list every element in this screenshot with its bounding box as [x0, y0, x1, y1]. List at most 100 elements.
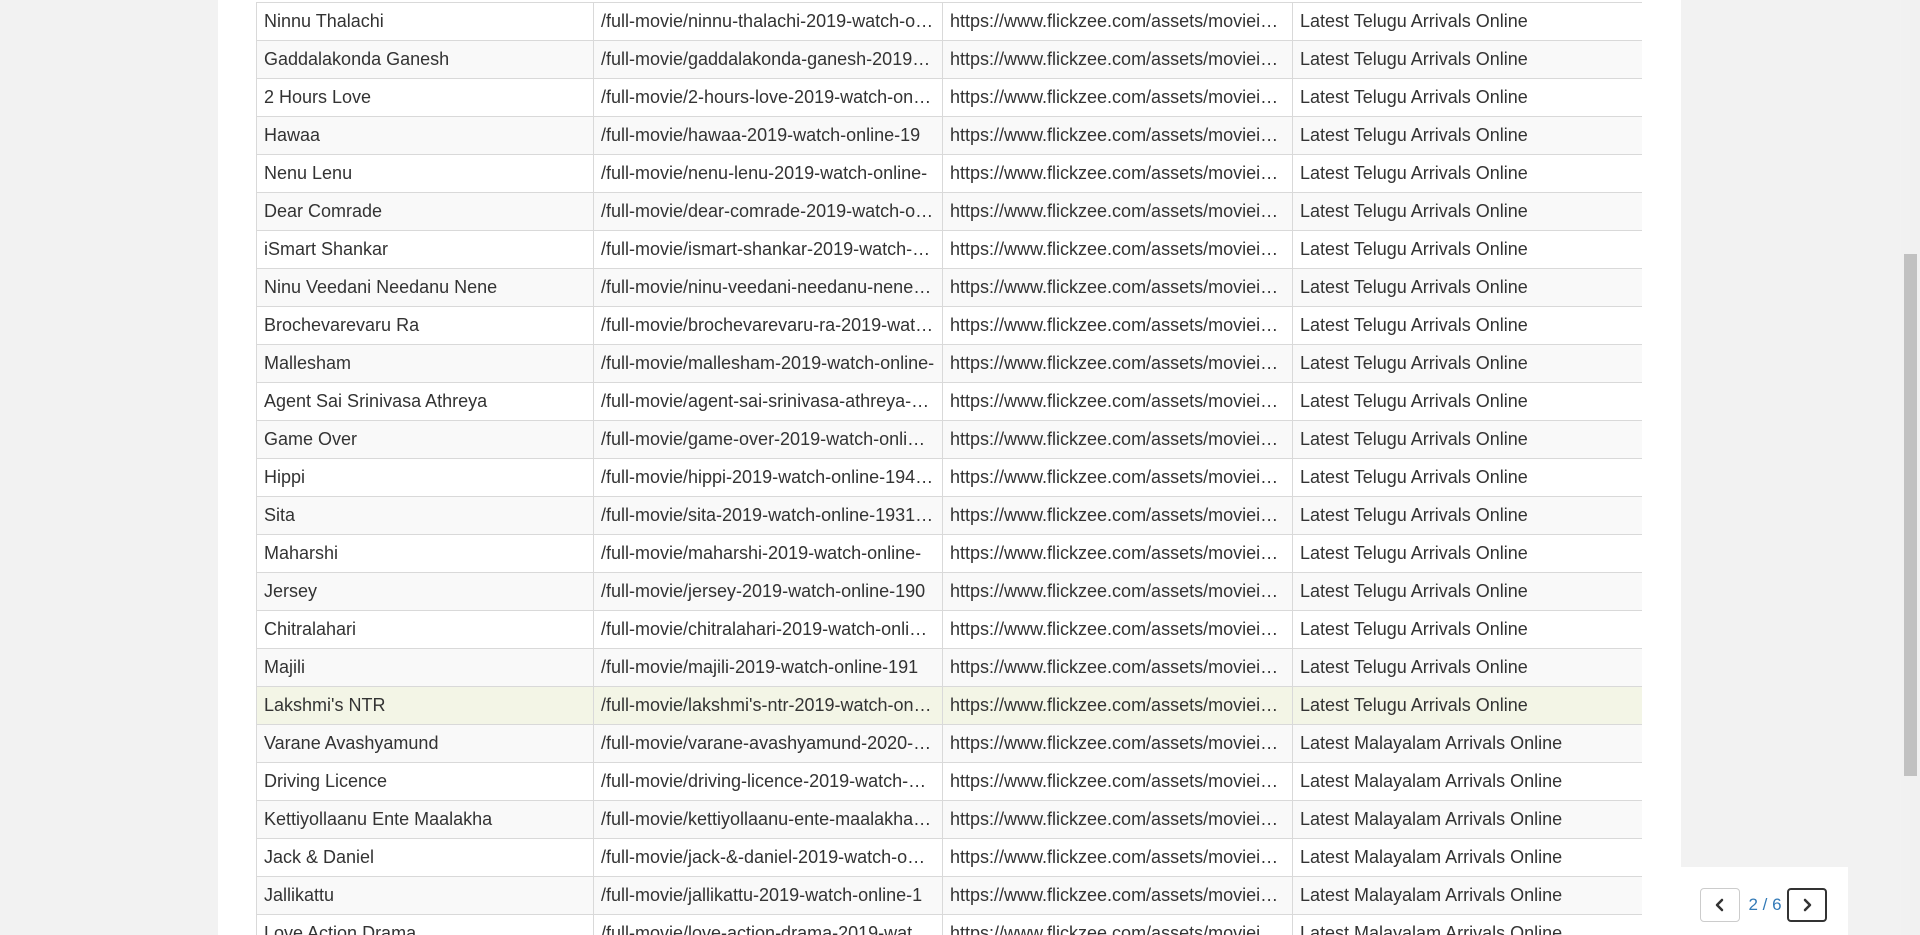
vertical-scrollbar[interactable] — [1901, 0, 1920, 935]
movie-image-url-cell: https://www.flickzee.com/assets/movieima… — [942, 534, 1293, 573]
movie-title-cell: Lakshmi's NTR — [256, 686, 594, 725]
movie-title-cell: Hawaa — [256, 116, 594, 155]
table-row[interactable]: Driving Licence/full-movie/driving-licen… — [256, 762, 1642, 801]
table-row[interactable]: Jersey/full-movie/jersey-2019-watch-onli… — [256, 572, 1642, 611]
movie-title-cell: Love Action Drama — [256, 914, 594, 935]
movie-category-cell: Latest Malayalam Arrivals Online — [1292, 724, 1642, 763]
movie-category-cell: Latest Telugu Arrivals Online — [1292, 268, 1642, 307]
table-row[interactable]: Ninnu Thalachi/full-movie/ninnu-thalachi… — [256, 2, 1642, 41]
movie-image-url-cell: https://www.flickzee.com/assets/movieima… — [942, 914, 1293, 935]
movie-title-cell: Brochevarevaru Ra — [256, 306, 594, 345]
movie-path-cell: /full-movie/sita-2019-watch-online-19313… — [593, 496, 943, 535]
movie-image-url-cell: https://www.flickzee.com/assets/movieima… — [942, 154, 1293, 193]
movie-path-cell: /full-movie/gaddalakonda-ganesh-2019-wat… — [593, 40, 943, 79]
pagination: 2 / 6 — [1681, 867, 1848, 935]
movie-path-cell: /full-movie/kettiyollaanu-ente-maalakha-… — [593, 800, 943, 839]
movie-image-url-cell: https://www.flickzee.com/assets/movieima… — [942, 496, 1293, 535]
movie-category-cell: Latest Telugu Arrivals Online — [1292, 686, 1642, 725]
movie-image-url-cell: https://www.flickzee.com/assets/movieima… — [942, 458, 1293, 497]
movie-title-cell: Sita — [256, 496, 594, 535]
movie-title-cell: Dear Comrade — [256, 192, 594, 231]
movie-category-cell: Latest Telugu Arrivals Online — [1292, 306, 1642, 345]
movie-image-url-cell: https://www.flickzee.com/assets/movieima… — [942, 306, 1293, 345]
movie-category-cell: Latest Telugu Arrivals Online — [1292, 572, 1642, 611]
movie-image-url-cell: https://www.flickzee.com/assets/movieima… — [942, 876, 1293, 915]
movie-title-cell: Ninu Veedani Needanu Nene — [256, 268, 594, 307]
table-row[interactable]: Game Over/full-movie/game-over-2019-watc… — [256, 420, 1642, 459]
table-row[interactable]: Brochevarevaru Ra/full-movie/brochevarev… — [256, 306, 1642, 345]
movie-category-cell: Latest Telugu Arrivals Online — [1292, 534, 1642, 573]
movies-table: Ninnu Thalachi/full-movie/ninnu-thalachi… — [256, 2, 1642, 935]
table-row[interactable]: Varane Avashyamund/full-movie/varane-ava… — [256, 724, 1642, 763]
table-row[interactable]: Mallesham/full-movie/mallesham-2019-watc… — [256, 344, 1642, 383]
table-row[interactable]: Chitralahari/full-movie/chitralahari-201… — [256, 610, 1642, 649]
scrollbar-thumb[interactable] — [1904, 254, 1917, 776]
table-row[interactable]: Love Action Drama/full-movie/love-action… — [256, 914, 1642, 935]
movie-category-cell: Latest Telugu Arrivals Online — [1292, 154, 1642, 193]
movie-path-cell: /full-movie/jallikattu-2019-watch-online… — [593, 876, 943, 915]
movie-category-cell: Latest Telugu Arrivals Online — [1292, 230, 1642, 269]
table-row[interactable]: Nenu Lenu/full-movie/nenu-lenu-2019-watc… — [256, 154, 1642, 193]
table-row[interactable]: iSmart Shankar/full-movie/ismart-shankar… — [256, 230, 1642, 269]
previous-page-button[interactable] — [1700, 888, 1740, 922]
movie-image-url-cell: https://www.flickzee.com/assets/movieima… — [942, 724, 1293, 763]
table-row[interactable]: Gaddalakonda Ganesh/full-movie/gaddalako… — [256, 40, 1642, 79]
movie-title-cell: iSmart Shankar — [256, 230, 594, 269]
movie-title-cell: Kettiyollaanu Ente Maalakha — [256, 800, 594, 839]
movie-title-cell: Maharshi — [256, 534, 594, 573]
movie-path-cell: /full-movie/chitralahari-2019-watch-onli… — [593, 610, 943, 649]
movie-image-url-cell: https://www.flickzee.com/assets/movieima… — [942, 116, 1293, 155]
movie-title-cell: Game Over — [256, 420, 594, 459]
movie-path-cell: /full-movie/jersey-2019-watch-online-190 — [593, 572, 943, 611]
movie-path-cell: /full-movie/ismart-shankar-2019-watch-on… — [593, 230, 943, 269]
movie-path-cell: /full-movie/love-action-drama-2019-watch… — [593, 914, 943, 935]
movie-category-cell: Latest Telugu Arrivals Online — [1292, 192, 1642, 231]
movie-path-cell: /full-movie/brochevarevaru-ra-2019-watch… — [593, 306, 943, 345]
table-row[interactable]: Agent Sai Srinivasa Athreya/full-movie/a… — [256, 382, 1642, 421]
movie-category-cell: Latest Malayalam Arrivals Online — [1292, 800, 1642, 839]
table-row[interactable]: Ninu Veedani Needanu Nene/full-movie/nin… — [256, 268, 1642, 307]
movie-image-url-cell: https://www.flickzee.com/assets/movieima… — [942, 230, 1293, 269]
movie-category-cell: Latest Telugu Arrivals Online — [1292, 2, 1642, 41]
movie-image-url-cell: https://www.flickzee.com/assets/movieima… — [942, 78, 1293, 117]
table-row[interactable]: Dear Comrade/full-movie/dear-comrade-201… — [256, 192, 1642, 231]
movie-category-cell: Latest Malayalam Arrivals Online — [1292, 762, 1642, 801]
movie-path-cell: /full-movie/driving-licence-2019-watch-o… — [593, 762, 943, 801]
movie-image-url-cell: https://www.flickzee.com/assets/movieima… — [942, 800, 1293, 839]
table-row[interactable]: Jack & Daniel/full-movie/jack-&-daniel-2… — [256, 838, 1642, 877]
movie-path-cell: /full-movie/varane-avashyamund-2020-watc… — [593, 724, 943, 763]
next-page-button[interactable] — [1787, 888, 1827, 922]
movie-category-cell: Latest Telugu Arrivals Online — [1292, 344, 1642, 383]
movie-path-cell: /full-movie/hippi-2019-watch-online-1943… — [593, 458, 943, 497]
page-indicator: 2 / 6 — [1748, 895, 1782, 914]
movie-title-cell: Hippi — [256, 458, 594, 497]
table-row[interactable]: Hawaa/full-movie/hawaa-2019-watch-online… — [256, 116, 1642, 155]
movie-category-cell: Latest Malayalam Arrivals Online — [1292, 876, 1642, 915]
movie-title-cell: Ninnu Thalachi — [256, 2, 594, 41]
table-row[interactable]: Majili/full-movie/majili-2019-watch-onli… — [256, 648, 1642, 687]
chevron-right-icon — [1803, 898, 1812, 912]
movie-category-cell: Latest Telugu Arrivals Online — [1292, 116, 1642, 155]
movie-category-cell: Latest Telugu Arrivals Online — [1292, 420, 1642, 459]
table-row[interactable]: Lakshmi's NTR/full-movie/lakshmi's-ntr-2… — [256, 686, 1642, 725]
movie-category-cell: Latest Telugu Arrivals Online — [1292, 382, 1642, 421]
table-row[interactable]: Kettiyollaanu Ente Maalakha/full-movie/k… — [256, 800, 1642, 839]
movie-title-cell: 2 Hours Love — [256, 78, 594, 117]
table-row[interactable]: Hippi/full-movie/hippi-2019-watch-online… — [256, 458, 1642, 497]
table-row[interactable]: Jallikattu/full-movie/jallikattu-2019-wa… — [256, 876, 1642, 915]
movie-image-url-cell: https://www.flickzee.com/assets/movieima… — [942, 572, 1293, 611]
movie-image-url-cell: https://www.flickzee.com/assets/movieima… — [942, 382, 1293, 421]
table-row[interactable]: 2 Hours Love/full-movie/2-hours-love-201… — [256, 78, 1642, 117]
movies-table-container: Ninnu Thalachi/full-movie/ninnu-thalachi… — [256, 2, 1642, 935]
movie-category-cell: Latest Telugu Arrivals Online — [1292, 458, 1642, 497]
movie-image-url-cell: https://www.flickzee.com/assets/movieima… — [942, 2, 1293, 41]
movie-title-cell: Nenu Lenu — [256, 154, 594, 193]
table-row[interactable]: Maharshi/full-movie/maharshi-2019-watch-… — [256, 534, 1642, 573]
table-row[interactable]: Sita/full-movie/sita-2019-watch-online-1… — [256, 496, 1642, 535]
movie-title-cell: Jallikattu — [256, 876, 594, 915]
movie-category-cell: Latest Telugu Arrivals Online — [1292, 78, 1642, 117]
movie-image-url-cell: https://www.flickzee.com/assets/movieima… — [942, 686, 1293, 725]
movie-path-cell: /full-movie/jack-&-daniel-2019-watch-onl… — [593, 838, 943, 877]
movie-image-url-cell: https://www.flickzee.com/assets/movieima… — [942, 648, 1293, 687]
movie-image-url-cell: https://www.flickzee.com/assets/movieima… — [942, 268, 1293, 307]
